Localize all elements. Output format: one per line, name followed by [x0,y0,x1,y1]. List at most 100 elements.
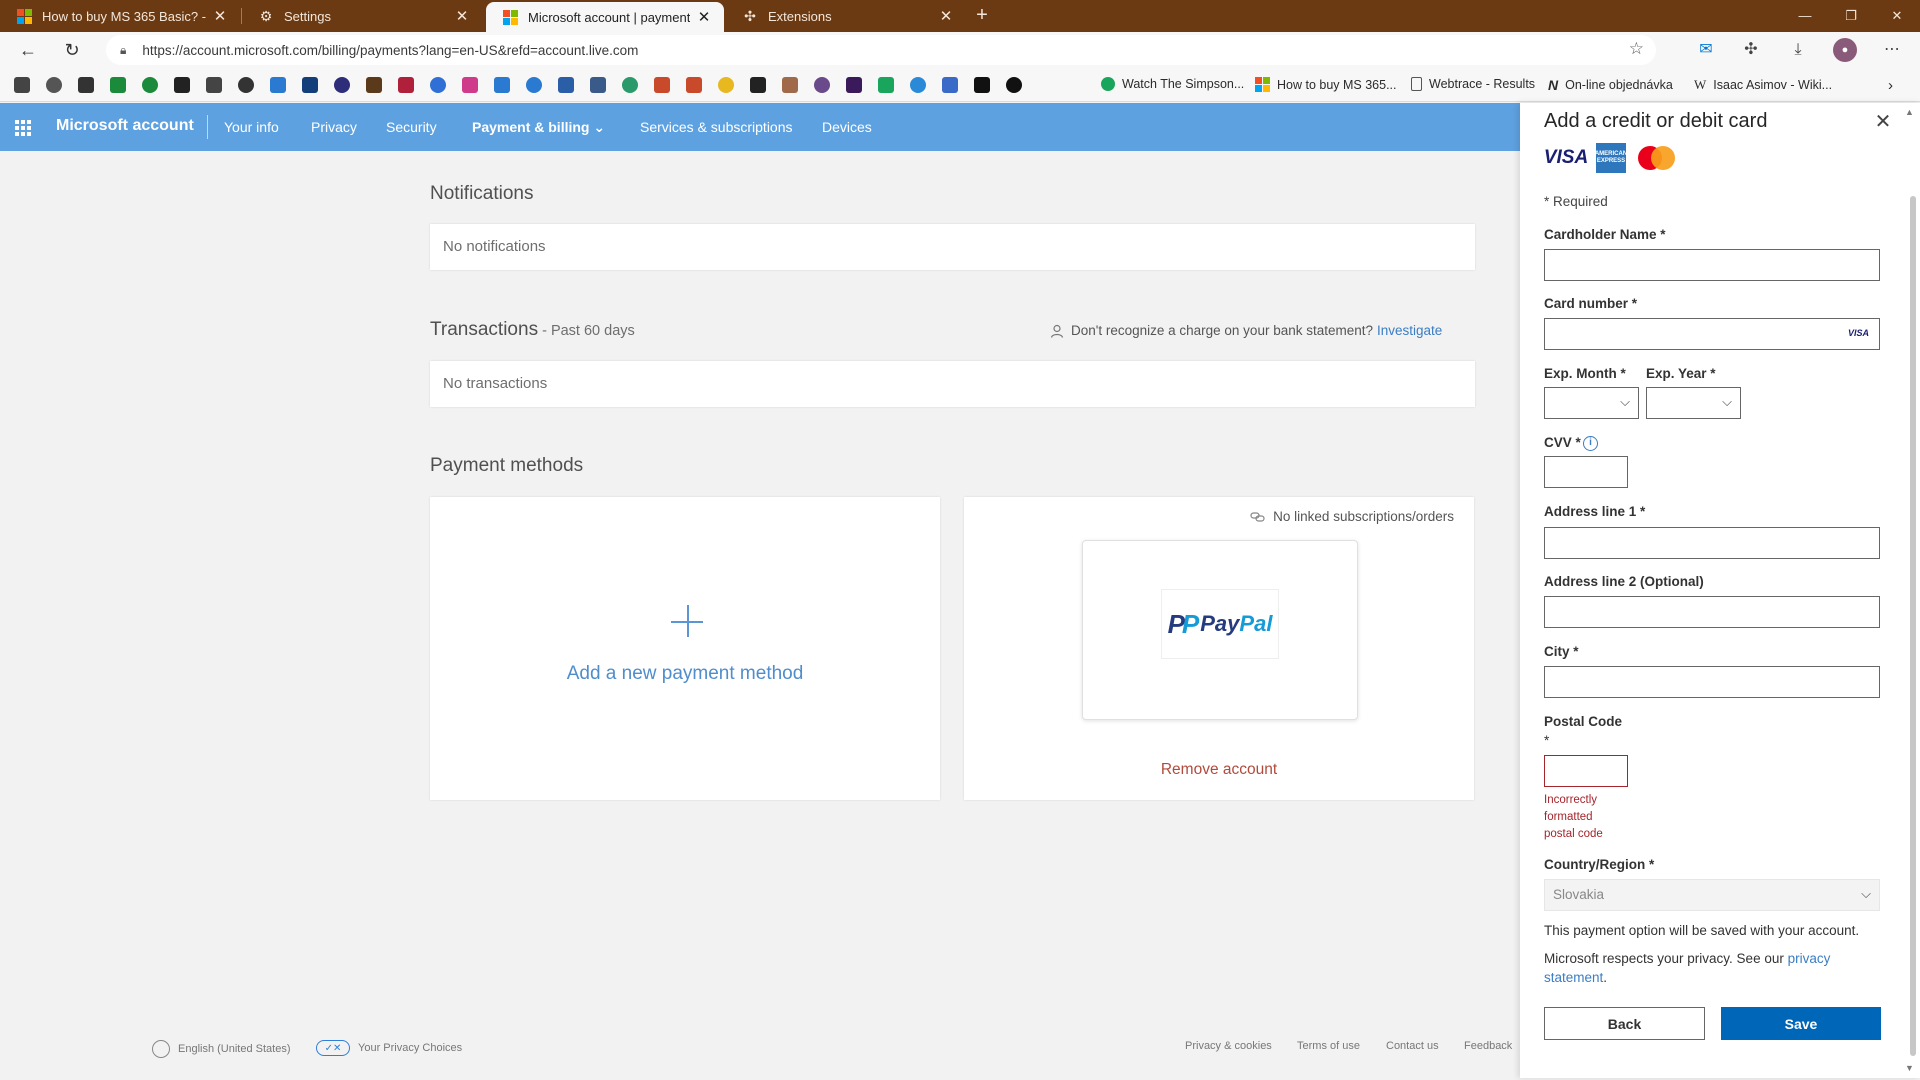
tab-microsoft-account[interactable]: Microsoft account | payment opt ✕ [486,2,724,32]
bookmark-favicon-icon[interactable] [110,77,126,93]
url-field[interactable]: 🔒︎ https://account.microsoft.com/billing… [106,35,1656,65]
more-menu-icon[interactable]: ⋯ [1880,38,1904,62]
bookmark-favicon-icon[interactable] [206,77,222,93]
cvv-input[interactable] [1544,456,1628,488]
bookmark-favicon-icon[interactable] [494,77,510,93]
close-icon[interactable]: ✕ [694,8,714,26]
paypal-account-tile[interactable]: PP PayPal [1082,540,1358,720]
chevron-down-icon: ⌵ [1861,886,1871,901]
tab-extensions[interactable]: ✣ Extensions ✕ [726,0,966,32]
bookmarks-overflow-icon[interactable]: › [1888,77,1893,94]
bookmark-favicon-icon[interactable] [334,77,350,93]
tab-settings[interactable]: ⚙ Settings ✕ [242,0,482,32]
nav-your-info[interactable]: Your info [224,119,279,135]
bookmark-objednavka[interactable]: N On-line objednávka [1548,77,1673,93]
favorite-star-icon[interactable]: ☆ [1629,39,1644,59]
ms-account-nav: Microsoft account Your info Privacy Secu… [0,103,1520,151]
app-launcher-icon[interactable] [15,120,31,136]
info-icon[interactable]: i [1583,436,1598,451]
bookmark-ms365[interactable]: How to buy MS 365... [1255,77,1397,92]
close-icon[interactable]: ✕ [1870,109,1896,135]
bookmark-favicon-icon[interactable] [718,77,734,93]
bookmark-favicon-icon[interactable] [14,77,30,93]
bookmark-asimov[interactable]: W Isaac Asimov - Wiki... [1694,77,1832,93]
bookmark-favicon-icon[interactable] [1006,77,1022,93]
bookmark-favicon-icon[interactable] [750,77,766,93]
back-arrow-icon[interactable]: ← [14,36,42,64]
bookmark-favicon-icon[interactable] [910,77,926,93]
bookmark-webtrace[interactable]: Webtrace - Results [1411,77,1535,91]
bookmark-favicon-icon[interactable] [782,77,798,93]
bookmark-favicon-icon[interactable] [78,77,94,93]
bookmark-simpsons[interactable]: Watch The Simpson... [1101,77,1244,91]
close-icon[interactable]: ✕ [452,7,472,25]
bookmark-favicon-icon[interactable] [558,77,574,93]
city-input[interactable] [1544,666,1880,698]
bookmark-favicon-icon[interactable] [270,77,286,93]
outlook-icon[interactable]: ✉ [1694,38,1718,62]
bookmark-favicon-icon[interactable] [366,77,382,93]
privacy-note: Microsoft respects your privacy. See our… [1544,951,1831,985]
footer-contact[interactable]: Contact us [1386,1040,1439,1052]
address-line1-input[interactable] [1544,527,1880,559]
bookmark-favicon-icon[interactable] [974,77,990,93]
privacy-choices-link[interactable]: ✓✕ Your Privacy Choices [316,1040,462,1056]
card-number-input[interactable]: VISA [1544,318,1880,350]
back-button[interactable]: Back [1544,1007,1705,1040]
nav-privacy[interactable]: Privacy [311,119,357,135]
tab-how-to-buy[interactable]: How to buy MS 365 Basic? - Mic ✕ [0,0,240,32]
refresh-icon[interactable]: ↻ [58,36,86,64]
add-payment-method-card[interactable]: Add a new payment method [430,497,940,800]
restore-icon[interactable]: ❐ [1828,0,1874,32]
bookmark-favicon-icon[interactable] [590,77,606,93]
bookmark-favicon-icon[interactable] [526,77,542,93]
exp-year-select[interactable]: ⌵ [1646,387,1741,419]
bookmark-favicon-icon[interactable] [238,77,254,93]
language-selector[interactable]: English (United States) [152,1040,291,1058]
bookmark-favicon-icon[interactable] [814,77,830,93]
nav-devices[interactable]: Devices [822,119,872,135]
exp-month-select[interactable]: ⌵ [1544,387,1639,419]
save-button[interactable]: Save [1721,1007,1881,1040]
investigate-link[interactable]: Investigate [1377,323,1442,338]
new-tab-button[interactable]: + [970,4,994,28]
bookmark-favicon-icon[interactable] [142,77,158,93]
scroll-up-icon[interactable]: ▲ [1905,107,1914,117]
nav-security[interactable]: Security [386,119,437,135]
remove-account-link[interactable]: Remove account [964,761,1474,779]
bookmark-favicon-icon[interactable] [398,77,414,93]
link-icon [1250,511,1265,522]
bookmark-favicon-icon[interactable] [462,77,478,93]
country-select[interactable]: Slovakia ⌵ [1544,879,1880,911]
close-icon[interactable]: ✕ [210,7,230,25]
bookmark-favicon-icon[interactable] [942,77,958,93]
window-close-icon[interactable]: ✕ [1874,0,1920,32]
bookmark-favicon-icon[interactable] [846,77,862,93]
postal-code-input[interactable] [1544,755,1628,787]
footer-feedback[interactable]: Feedback [1464,1040,1512,1052]
bookmark-favicon-icon[interactable] [878,77,894,93]
bookmark-favicon-icon[interactable] [46,77,62,93]
download-icon[interactable]: ⤓ [1786,38,1810,62]
ms-account-brand[interactable]: Microsoft account [56,117,194,135]
footer-terms[interactable]: Terms of use [1297,1040,1360,1052]
add-payment-method-link[interactable]: Add a new payment method [430,663,940,685]
bookmark-favicon-icon[interactable] [622,77,638,93]
bookmark-favicon-icon[interactable] [686,77,702,93]
close-icon[interactable]: ✕ [936,7,956,25]
extensions-icon[interactable]: ✣ [1739,38,1763,62]
minimize-icon[interactable]: — [1782,0,1828,32]
nav-payment-billing[interactable]: Payment & billing ⌄ [472,119,605,136]
footer-privacy-cookies[interactable]: Privacy & cookies [1185,1040,1272,1052]
scroll-down-icon[interactable]: ▼ [1905,1063,1914,1073]
panel-scrollbar[interactable] [1909,193,1917,1061]
bookmark-favicon-icon[interactable] [430,77,446,93]
cardholder-name-input[interactable] [1544,249,1880,281]
bookmark-favicon-icon[interactable] [174,77,190,93]
profile-avatar[interactable]: ● [1833,38,1857,62]
bookmark-favicon-icon[interactable] [654,77,670,93]
bookmark-favicon-icon[interactable] [302,77,318,93]
address-line2-input[interactable] [1544,596,1880,628]
add-card-panel: Add a credit or debit card ✕ VISA AMERIC… [1520,103,1920,1078]
nav-services-subscriptions[interactable]: Services & subscriptions [640,119,793,135]
